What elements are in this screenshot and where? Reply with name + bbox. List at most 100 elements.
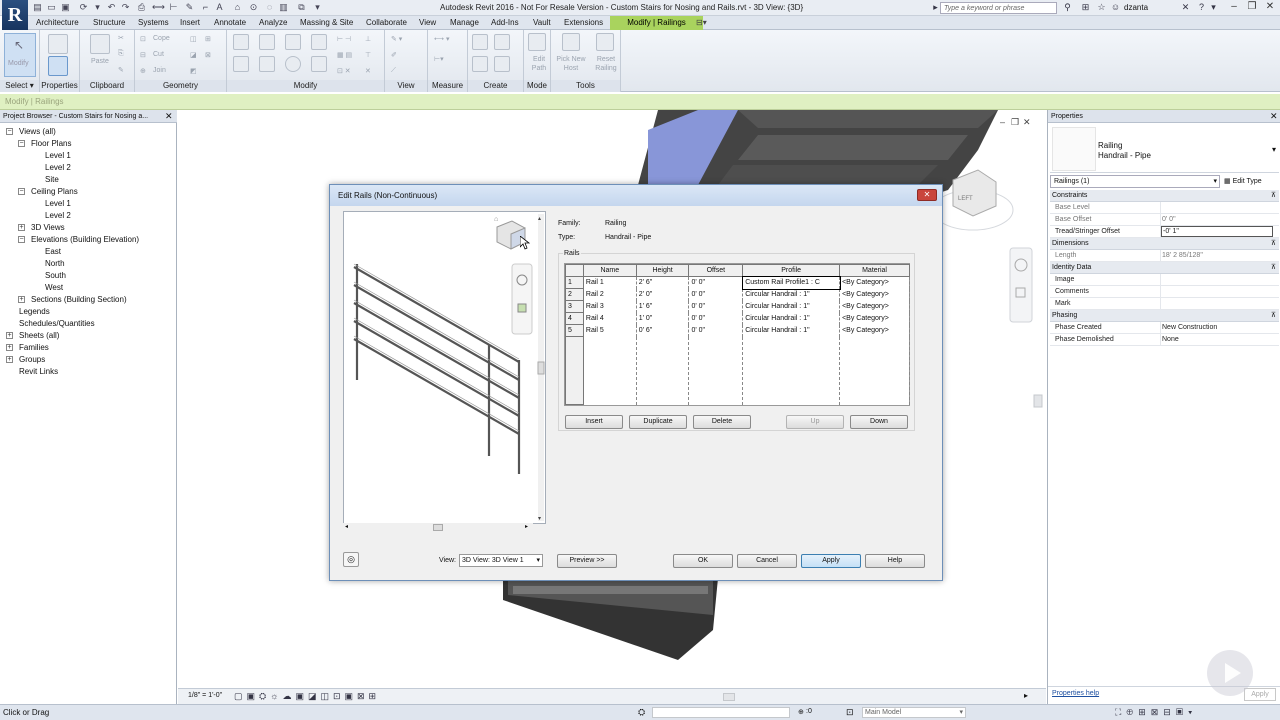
properties-close-icon[interactable]: ✕ [1270, 111, 1278, 122]
property-value[interactable]: New Construction [1162, 322, 1217, 334]
dimension-icon[interactable]: ⊢▾ [434, 55, 444, 63]
revit-logo-icon[interactable]: R [2, 0, 28, 33]
sync-icon[interactable]: ⟳ [78, 2, 89, 13]
tree-item-floor-plans[interactable]: Floor Plans [31, 139, 71, 149]
cut-label[interactable]: Cut [153, 51, 164, 58]
modify-button[interactable]: ↖ Modify [4, 33, 36, 77]
column-profile[interactable]: Profile [742, 264, 841, 277]
rail-offset-cell[interactable]: 0' 0" [688, 276, 744, 289]
property-row[interactable]: Base Offset 0' 0" [1050, 214, 1279, 226]
tree-item-schedules-quantities[interactable]: Schedules/Quantities [19, 319, 95, 329]
tab-extensions[interactable]: Extensions [564, 17, 603, 29]
tab-modify-railings[interactable]: Modify | Railings [610, 16, 703, 30]
rails-table-row[interactable]: 5 Rail 5 0' 6" 0' 0" Circular Handrail : 1" <… [565, 324, 910, 337]
text-icon[interactable]: A [214, 2, 225, 13]
view-minimize-icon[interactable]: – [1000, 117, 1005, 127]
tree-item-level-2[interactable]: Level 2 [45, 163, 71, 173]
measure-distance-icon[interactable]: ⟷ ▾ [434, 35, 450, 43]
switch-windows-icon[interactable]: ⧉ [296, 2, 307, 13]
help-search-input[interactable]: Type a keyword or phrase [940, 2, 1057, 14]
tree-item-east[interactable]: East [45, 247, 61, 257]
create-assembly-icon[interactable] [472, 34, 488, 50]
tree-item-level-2[interactable]: Level 2 [45, 211, 71, 221]
unpin-icon[interactable]: ⊤ [365, 51, 371, 59]
property-row[interactable]: Length 18' 2 85/128" [1050, 250, 1279, 262]
preview-vertical-scroll-thumb[interactable] [537, 361, 545, 375]
tab-add-ins[interactable]: Add-Ins [491, 17, 519, 29]
property-section[interactable]: Constraints ⊼ [1050, 190, 1279, 202]
preview-scroll-left-icon[interactable]: ◂ [345, 523, 348, 530]
view-close-icon[interactable]: ✕ [1023, 117, 1031, 127]
collapse-section-icon[interactable]: ⊼ [1271, 262, 1276, 274]
create-group-icon[interactable] [472, 56, 488, 72]
measure-icon[interactable]: ⟷ [152, 2, 165, 13]
column-height[interactable]: Height [635, 264, 690, 277]
type-properties-icon[interactable] [48, 34, 68, 54]
undo-icon[interactable]: ↶ [106, 2, 117, 13]
join-icon[interactable]: ⊕ [140, 67, 146, 75]
delete-button[interactable]: Delete [693, 415, 751, 429]
restore-window-icon[interactable]: ❐ [1244, 1, 1260, 14]
create-similar-icon[interactable] [494, 56, 510, 72]
tree-toggle-icon[interactable]: + [6, 332, 13, 339]
rail-height-cell[interactable]: 2' 0" [635, 288, 690, 301]
properties-help-link[interactable]: Properties help [1052, 690, 1099, 697]
property-row[interactable]: Tread/Stringer Offset -0' 1" [1050, 226, 1279, 238]
redo-icon[interactable]: ↷ [120, 2, 131, 13]
collapse-section-icon[interactable]: ⊼ [1271, 238, 1276, 250]
preview-scroll-down-icon[interactable]: ▾ [538, 516, 541, 522]
rail-name-cell[interactable]: Rail 2 [582, 288, 637, 301]
split-element-icon[interactable]: ⊢ ⊣ [337, 35, 351, 43]
rail-height-cell[interactable]: 0' 6" [635, 324, 690, 337]
ribbon-minimize-icon[interactable]: ⊟▾ [696, 17, 707, 29]
rotate-icon[interactable] [285, 56, 301, 72]
offset-icon[interactable] [259, 34, 275, 50]
property-section[interactable]: Phasing ⊼ [1050, 310, 1279, 322]
cope-label[interactable]: Cope [153, 35, 170, 42]
tree-item-site[interactable]: Site [45, 175, 59, 185]
customize-qat-icon[interactable]: ▾ [312, 2, 323, 13]
tree-toggle-icon[interactable]: − [6, 128, 13, 135]
exchange-icon[interactable]: ✕ [1180, 2, 1191, 13]
tree-item-south[interactable]: South [45, 271, 66, 281]
match-properties-icon[interactable]: ✎ [118, 66, 124, 74]
property-row[interactable]: Comments [1050, 286, 1279, 298]
tree-item-legends[interactable]: Legends [19, 307, 50, 317]
3d-view-icon[interactable]: ⌂ [232, 2, 243, 13]
instance-filter-dropdown[interactable]: Railings (1) ▾ [1050, 175, 1220, 188]
tree-toggle-icon[interactable]: + [18, 296, 25, 303]
user-name[interactable]: dzanta [1124, 3, 1148, 12]
join-label[interactable]: Join [153, 67, 166, 74]
tab-structure[interactable]: Structure [93, 17, 125, 29]
thin-lines-icon[interactable]: ◌ [264, 2, 275, 13]
rail-material-cell[interactable]: <By Category> [839, 300, 910, 313]
tree-item-north[interactable]: North [45, 259, 65, 269]
tree-item-level-1[interactable]: Level 1 [45, 199, 71, 209]
column-material[interactable]: Material [839, 264, 910, 277]
rail-profile-cell[interactable]: Circular Handrail : 1" [742, 288, 841, 301]
edit-type-button[interactable]: ▦ Edit Type [1224, 175, 1279, 188]
reset-railing-label[interactable]: Reset Railing [591, 55, 621, 73]
demolish-icon[interactable]: ⊠ [205, 51, 211, 59]
property-value[interactable]: None [1162, 334, 1179, 346]
move-icon[interactable] [233, 56, 249, 72]
rail-profile-cell[interactable]: Circular Handrail : 1" [742, 300, 841, 313]
tab-architecture[interactable]: Architecture [36, 17, 79, 29]
open-icon[interactable]: ▤ [32, 2, 43, 13]
tree-toggle-icon[interactable]: + [6, 344, 13, 351]
view-vertical-scroll-thumb[interactable] [1033, 394, 1043, 408]
rail-profile-cell[interactable]: Custom Rail Profile1 : C [741, 275, 841, 290]
trim-extend-icon[interactable] [311, 56, 327, 72]
view-control-icons[interactable]: ▢▣⛭☼☁▣◪◫⊡▣⊠⊞ [234, 691, 380, 702]
paste-icon[interactable] [90, 34, 110, 54]
down-button[interactable]: Down [850, 415, 908, 429]
design-option-icon[interactable]: ⊕ [798, 708, 804, 716]
folder-icon[interactable]: ▭ [46, 2, 57, 13]
tree-item-level-1[interactable]: Level 1 [45, 151, 71, 161]
copy-icon[interactable] [259, 56, 275, 72]
rails-table-row[interactable]: 3 Rail 3 1' 6" 0' 0" Circular Handrail : 1" <… [565, 300, 910, 313]
rail-height-cell[interactable]: 2' 6" [635, 276, 690, 289]
tree-item-revit-links[interactable]: Revit Links [19, 367, 58, 377]
property-row[interactable]: Image [1050, 274, 1279, 286]
dialog-close-icon[interactable]: ✕ [917, 189, 937, 201]
